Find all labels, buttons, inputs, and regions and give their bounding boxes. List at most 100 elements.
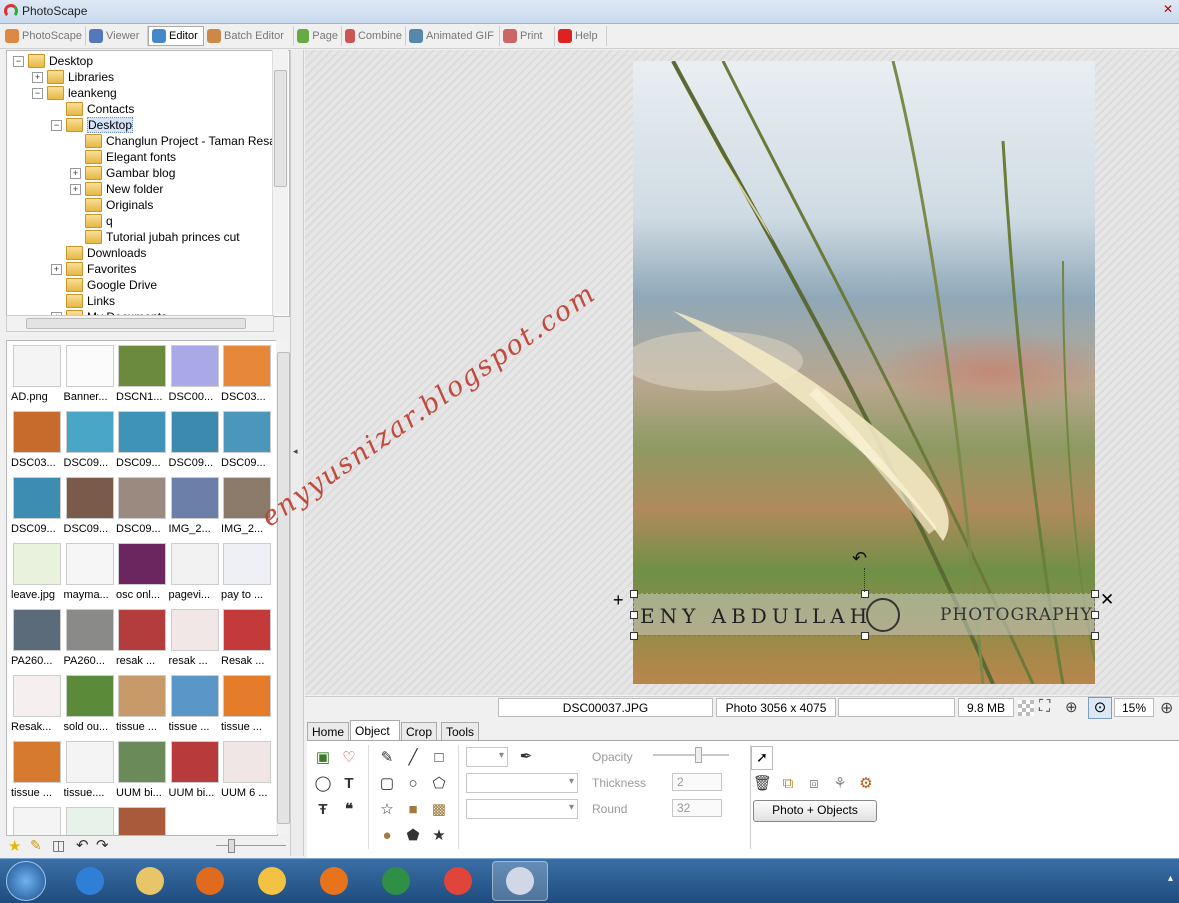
- thumbnail-grid[interactable]: AD.png Banner... DSCN1... DSC00... DSC03... D…: [6, 340, 278, 836]
- heart-icon[interactable]: ♡: [340, 749, 358, 767]
- resize-handle-b[interactable]: [861, 632, 869, 640]
- rotate-left-icon[interactable]: ↶: [76, 836, 89, 854]
- thumbnail[interactable]: sold ou...: [64, 673, 114, 735]
- thumbnail-size-thumb[interactable]: [228, 839, 235, 853]
- window-close-icon[interactable]: ✕: [1163, 2, 1175, 16]
- thumbnail[interactable]: DSC09...: [221, 409, 271, 471]
- filled-star-icon[interactable]: ★: [430, 827, 448, 845]
- mail-icon[interactable]: [244, 861, 300, 901]
- thumbnail[interactable]: DSC09...: [11, 475, 61, 537]
- reset-icon[interactable]: ⚙: [857, 775, 875, 793]
- expand-icon[interactable]: +: [51, 263, 62, 275]
- fill-style-dropdown[interactable]: [466, 799, 578, 819]
- text-style-icon[interactable]: Ŧ: [314, 801, 332, 819]
- pentagon-icon[interactable]: ⬠: [430, 775, 448, 793]
- thumbnail[interactable]: IMG_2...: [169, 475, 219, 537]
- thumbnail[interactable]: DSC00...: [169, 343, 219, 405]
- filled-circle-icon[interactable]: ●: [378, 827, 396, 845]
- tree-node[interactable]: − leankeng: [32, 85, 117, 101]
- resize-handle-br[interactable]: [1091, 632, 1099, 640]
- expand-icon[interactable]: +: [70, 183, 81, 195]
- tab-home[interactable]: Home: [307, 722, 349, 740]
- expand-icon[interactable]: +: [32, 71, 43, 83]
- tab-page[interactable]: Page: [294, 26, 342, 46]
- resize-handle-l[interactable]: [630, 611, 638, 619]
- thumbnail-scroll-thumb[interactable]: [277, 352, 290, 824]
- group-icon[interactable]: ⚘: [831, 775, 849, 793]
- thumbnail[interactable]: tissue ...: [221, 673, 271, 735]
- delete-object-icon[interactable]: ✕: [1100, 590, 1114, 610]
- thumbnail[interactable]: [116, 805, 166, 835]
- freehand-icon[interactable]: ✎: [378, 749, 396, 767]
- tree-node[interactable]: Tutorial jubah princes cut: [70, 229, 240, 245]
- thumbnail[interactable]: UUM bi...: [116, 739, 166, 801]
- tab-object[interactable]: Object: [350, 720, 400, 740]
- favorite-star-icon[interactable]: ★: [8, 837, 21, 855]
- thumbnail-size-slider[interactable]: [216, 845, 286, 846]
- tab-photoscape[interactable]: PhotoScape: [2, 26, 86, 46]
- zoom-in-icon[interactable]: ⊕: [1160, 698, 1173, 718]
- tab-tools[interactable]: Tools: [441, 722, 479, 740]
- tab-combine[interactable]: Combine: [342, 26, 406, 46]
- excel-icon[interactable]: [368, 861, 424, 901]
- speech-bubble-icon[interactable]: ◯: [314, 775, 332, 793]
- thumbnail[interactable]: mayma...: [64, 541, 114, 603]
- firefox-icon[interactable]: [306, 861, 362, 901]
- thickness-spinner[interactable]: 2: [672, 773, 722, 791]
- tree-node[interactable]: − Desktop: [51, 117, 134, 133]
- round-spinner[interactable]: 32: [672, 799, 722, 817]
- thumbnail[interactable]: DSC09...: [64, 475, 114, 537]
- resize-handle-tr[interactable]: [1091, 590, 1099, 598]
- tab-batch-editor[interactable]: Batch Editor: [204, 26, 294, 46]
- thumbnail[interactable]: UUM bi...: [169, 739, 219, 801]
- collapse-icon[interactable]: −: [13, 55, 24, 67]
- explorer-icon[interactable]: [122, 861, 178, 901]
- text-icon[interactable]: T: [340, 775, 358, 793]
- photo-objects-button[interactable]: Photo + Objects: [753, 800, 877, 822]
- thumbnail[interactable]: leave.jpg: [11, 541, 61, 603]
- collapse-icon[interactable]: −: [51, 119, 62, 131]
- rotate-right-icon[interactable]: ↷: [96, 836, 109, 854]
- color-dropdown[interactable]: [466, 747, 508, 767]
- tree-node[interactable]: + Favorites: [51, 261, 136, 277]
- rounded-rect-icon[interactable]: ▢: [378, 775, 396, 793]
- tree-node[interactable]: − Desktop: [13, 53, 93, 69]
- tab-editor[interactable]: Editor: [148, 26, 204, 46]
- thumbnail[interactable]: AD.png: [11, 343, 61, 405]
- send-back-icon[interactable]: ⧈: [805, 775, 823, 793]
- circle-icon[interactable]: ○: [404, 775, 422, 793]
- thumbnail[interactable]: DSC09...: [64, 409, 114, 471]
- tab-help[interactable]: Help: [555, 26, 607, 46]
- thumbnail[interactable]: resak ...: [169, 607, 219, 669]
- actual-size-icon[interactable]: ⊕: [1065, 698, 1078, 716]
- rotate-handle-icon[interactable]: ↶: [852, 548, 867, 569]
- tree-node[interactable]: Links: [51, 293, 115, 309]
- thumbnail[interactable]: PA260...: [64, 607, 114, 669]
- ie-icon[interactable]: [62, 861, 118, 901]
- rectangle-icon[interactable]: □: [430, 749, 448, 767]
- tab-print[interactable]: Print: [500, 26, 555, 46]
- chrome-icon[interactable]: [430, 861, 486, 901]
- line-icon[interactable]: ╱: [404, 749, 422, 767]
- collapse-icon[interactable]: −: [32, 87, 43, 99]
- thumbnail[interactable]: DSC09...: [116, 475, 166, 537]
- bring-front-icon[interactable]: ⧉: [779, 775, 797, 793]
- expand-icon[interactable]: +: [70, 167, 81, 179]
- thumbnail[interactable]: PA260...: [11, 607, 61, 669]
- tree-node[interactable]: Contacts: [51, 101, 134, 117]
- tree-node[interactable]: Google Drive: [51, 277, 157, 293]
- fit-screen-icon[interactable]: ⛶: [1039, 698, 1050, 716]
- thumbnail[interactable]: Resak ...: [221, 607, 271, 669]
- thumbnail[interactable]: UUM 6 ...: [221, 739, 271, 801]
- tree-node[interactable]: + Libraries: [32, 69, 114, 85]
- thumbnail[interactable]: [11, 805, 61, 835]
- tree-node[interactable]: q: [70, 213, 113, 229]
- line-style-dropdown[interactable]: [466, 773, 578, 793]
- zoom-fit-icon[interactable]: ⊙: [1088, 697, 1112, 719]
- select-pointer-icon[interactable]: ➚: [751, 746, 773, 770]
- media-player-icon[interactable]: [182, 861, 238, 901]
- tree-scroll-thumb[interactable]: [274, 70, 287, 187]
- resize-handle-bl[interactable]: [630, 632, 638, 640]
- thumbnail[interactable]: DSC03...: [221, 343, 271, 405]
- thumbnail[interactable]: tissue ...: [116, 673, 166, 735]
